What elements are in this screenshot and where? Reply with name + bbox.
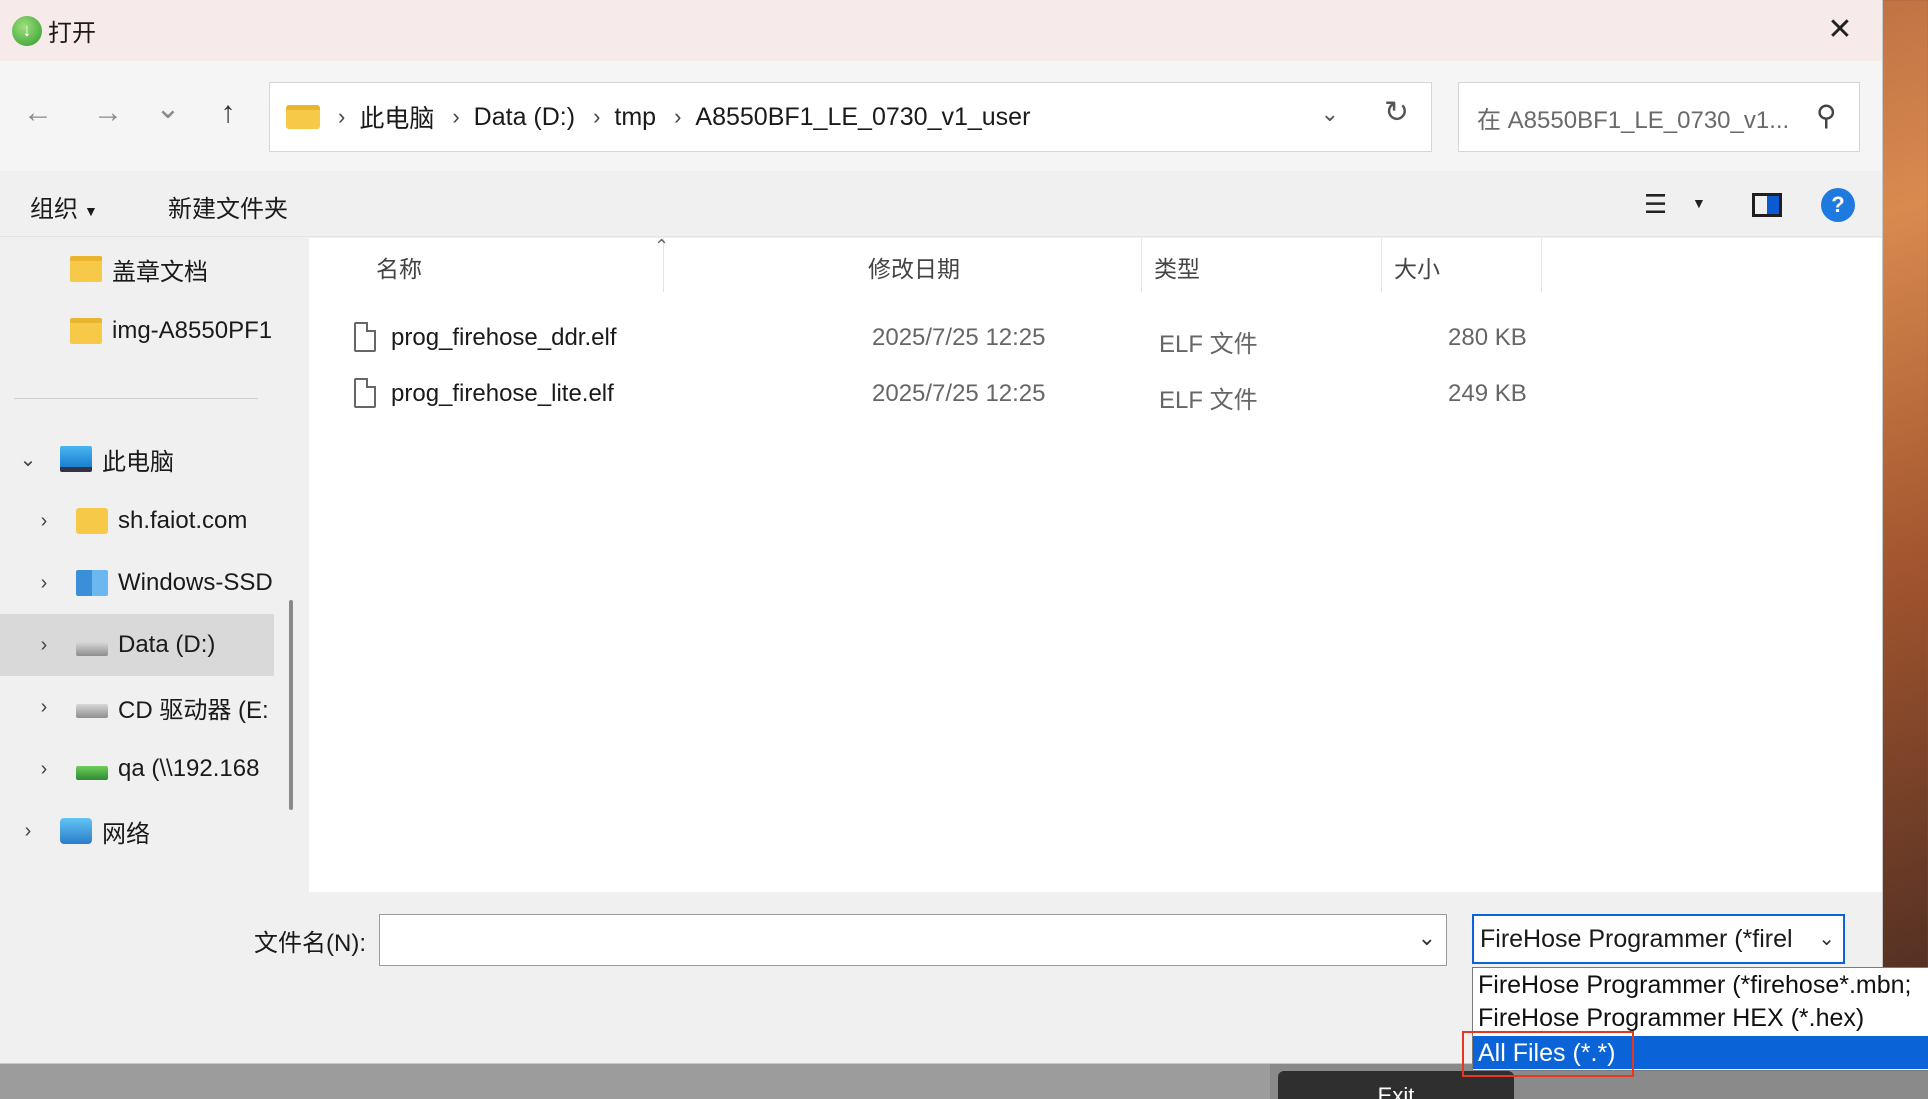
caret-down-icon: ▼ [84,202,98,219]
sidebar-item-network[interactable]: › 网络 [0,800,274,862]
network-drive-icon [76,766,108,780]
sidebar-item-label: CD 驱动器 (E: [118,696,269,724]
sidebar-item-label: Data (D:) [118,631,216,658]
recent-locations-icon[interactable]: ⌄ [148,91,188,126]
column-header-size[interactable]: 大小 [1382,238,1542,292]
column-header-date[interactable]: 修改日期 [856,238,1142,292]
up-folder-icon[interactable]: ↑ [208,96,248,130]
breadcrumb-tmp[interactable]: tmp [614,103,656,132]
organize-menu[interactable]: 组织 ▼ [30,189,98,224]
open-file-dialog: ↓ 打开 ✕ ← → ⌄ ↑ › 此电脑 › Data (D:) › tmp ›… [0,0,1883,1064]
sidebar-item-sh-faiot[interactable]: › sh.faiot.com [0,490,274,552]
search-icon[interactable]: ⚲ [1816,99,1837,132]
breadcrumb-this-pc[interactable]: 此电脑 [359,99,434,135]
view-list-icon[interactable]: ☰ [1644,189,1667,220]
network-icon [60,818,92,844]
breadcrumb-separator[interactable]: › [452,104,459,130]
file-size: 280 KB [1448,324,1527,351]
search-placeholder: 在 A8550BF1_LE_0730_v1... [1477,106,1790,134]
sidebar-item-cd-drive[interactable]: › CD 驱动器 (E: [0,676,274,738]
title-bar: ↓ 打开 ✕ [0,0,1882,61]
file-row[interactable]: prog_firehose_ddr.elf 2025/7/25 12:25 EL… [309,310,1569,366]
filename-label: 文件名(N): [254,930,366,957]
back-icon[interactable]: ← [18,96,58,130]
pc-icon [60,446,92,472]
refresh-icon[interactable]: ↻ [1384,95,1409,130]
sidebar-item-label: Windows-SSD [118,569,273,596]
chevron-right-icon[interactable]: › [34,634,54,657]
new-folder-button[interactable]: 新建文件夹 [168,189,288,224]
shared-folder-icon [76,508,108,534]
window-title: 打开 [48,20,96,47]
cd-drive-icon [76,704,108,718]
sidebar-item-label: img-A8550PF1 [112,317,273,344]
sidebar-item-label: 网络 [102,820,150,848]
sidebar-divider [14,398,258,399]
sidebar-item-img-folder[interactable]: img-A8550PF1 [0,300,274,362]
filename-field[interactable]: ⌄ [379,914,1447,966]
navigation-pane: 盖章文档 img-A8550PF1 ⌄ 此电脑 › sh.faiot.com ›… [0,238,276,894]
windows-drive-icon [76,570,108,596]
chevron-right-icon[interactable]: › [18,820,38,843]
breadcrumb-separator[interactable]: › [674,104,681,130]
filename-history-chevron-icon[interactable]: ⌄ [1418,925,1436,951]
address-history-chevron-icon[interactable]: ⌄ [1321,101,1339,127]
chevron-down-icon[interactable]: ⌄ [18,447,38,472]
file-type: ELF 文件 [1159,331,1258,358]
column-name-label: 名称 [376,256,422,282]
sidebar-scrollbar[interactable] [289,600,293,810]
column-header-name[interactable]: 名称 ⌃ [364,236,669,292]
file-icon [354,322,376,352]
annotation-highlight-box [1462,1031,1634,1077]
sidebar-item-label: 盖章文档 [112,258,208,286]
sidebar-item-this-pc[interactable]: ⌄ 此电脑 [0,428,274,490]
sidebar-item-label: sh.faiot.com [118,507,248,534]
forward-icon[interactable]: → [88,96,128,130]
column-header-type[interactable]: 类型 [1142,238,1382,292]
address-bar[interactable]: › 此电脑 › Data (D:) › tmp › A8550BF1_LE_07… [269,82,1432,152]
chevron-right-icon[interactable]: › [34,572,54,595]
chevron-right-icon[interactable]: › [34,696,54,719]
file-date: 2025/7/25 12:25 [872,324,1046,351]
breadcrumb-data-drive[interactable]: Data (D:) [474,103,575,132]
sidebar-item-data-drive[interactable]: › Data (D:) [0,614,274,676]
file-date: 2025/7/25 12:25 [872,380,1046,407]
file-type-selected: FireHose Programmer (*firel [1480,924,1793,953]
sidebar-item-stamped-docs[interactable]: 盖章文档 [0,238,274,300]
folder-icon [286,105,320,129]
organize-label: 组织 [30,196,78,223]
preview-pane-icon[interactable] [1752,193,1782,217]
chevron-right-icon[interactable]: › [34,758,54,781]
file-list: 名称 ⌃ 修改日期 类型 大小 prog_firehose_ddr.elf 20… [309,236,1882,892]
file-size: 249 KB [1448,380,1527,407]
chevron-right-icon[interactable]: › [34,510,54,533]
file-type-option-mbn[interactable]: FireHose Programmer (*firehose*.mbn; [1473,968,1928,1001]
close-button[interactable]: ✕ [1820,12,1860,50]
view-options-caret-icon[interactable]: ▼ [1692,195,1706,211]
chevron-down-icon[interactable]: ⌄ [1818,926,1835,951]
file-type: ELF 文件 [1159,387,1258,414]
help-icon[interactable]: ? [1821,188,1855,222]
sidebar-item-label: 此电脑 [102,448,174,476]
file-name: prog_firehose_ddr.elf [391,324,617,351]
navigation-row: ← → ⌄ ↑ › 此电脑 › Data (D:) › tmp › A8550B… [0,61,1882,171]
sidebar-item-qa-share[interactable]: › qa (\\192.168 [0,738,274,800]
search-input[interactable]: 在 A8550BF1_LE_0730_v1... ⚲ [1458,82,1860,152]
sort-ascending-icon: ⌃ [654,236,670,256]
file-name: prog_firehose_lite.elf [391,380,614,407]
sidebar-item-windows-ssd[interactable]: › Windows-SSD [0,552,274,614]
file-row[interactable]: prog_firehose_lite.elf 2025/7/25 12:25 E… [309,366,1569,422]
folder-icon [70,256,102,282]
drive-icon [76,642,108,656]
download-app-icon: ↓ [12,15,42,46]
breadcrumb-separator[interactable]: › [593,104,600,130]
file-type-select[interactable]: FireHose Programmer (*firel ⌄ [1472,914,1845,964]
sidebar-item-label: qa (\\192.168 [118,755,260,782]
file-icon [354,378,376,408]
file-type-option-hex[interactable]: FireHose Programmer HEX (*.hex) [1473,1001,1928,1034]
breadcrumb-separator: › [338,104,346,129]
breadcrumb-current-folder[interactable]: A8550BF1_LE_0730_v1_user [695,103,1030,132]
command-toolbar: 组织 ▼ 新建文件夹 ☰ ▼ ? [0,171,1882,237]
folder-icon [70,318,102,344]
